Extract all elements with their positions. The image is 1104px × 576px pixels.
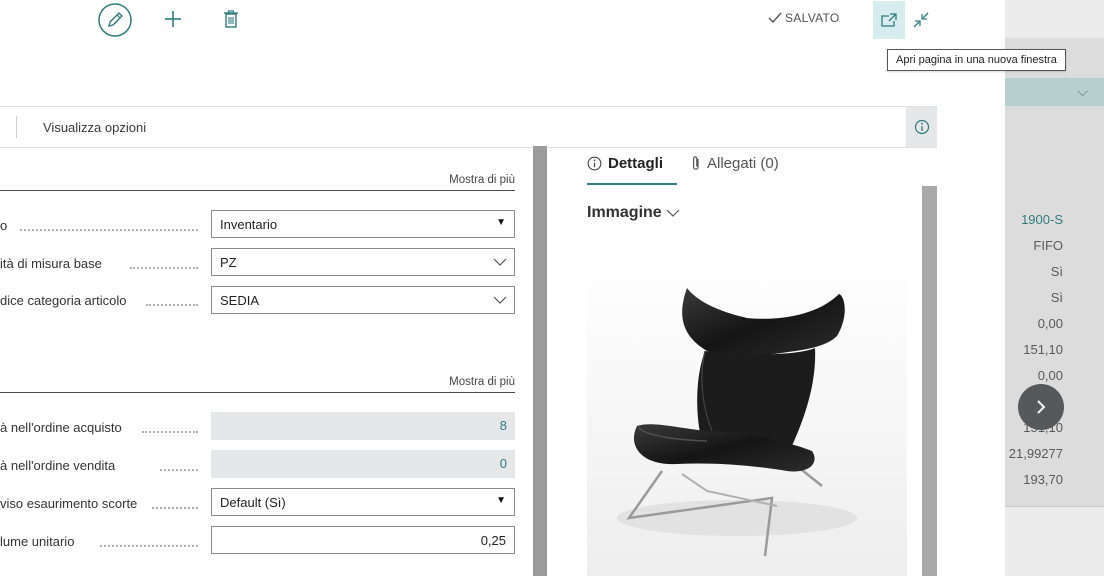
field-value: PZ [220,255,237,270]
popout-icon [881,13,897,27]
caret-down-icon: ▼ [496,217,506,228]
chevron-right-icon [1037,400,1046,414]
tab-attachments[interactable]: Allegati (0) [691,155,779,172]
saved-label: SALVATO [785,11,840,25]
field-label: lume unitario [0,534,75,549]
dotted-leader [160,469,198,471]
factbox-scrollbar[interactable] [922,186,937,576]
background-selected-row[interactable]: ⌵ [1005,78,1104,106]
options-bar: Visualizza opzioni [0,106,937,148]
background-value: 21,99277 [1008,446,1063,461]
dotted-leader [20,229,198,231]
background-value: 151,10 [1023,342,1063,357]
field-label: viso esaurimento scorte [0,496,138,511]
next-record-button[interactable] [1018,384,1064,430]
info-icon [914,119,929,135]
open-in-new-window-button[interactable] [873,1,905,39]
field-label: ità di misura base [0,256,102,271]
unit-volume-input[interactable]: 0,25 [211,526,515,554]
base-unit-lookup[interactable]: PZ [211,248,515,276]
info-button[interactable] [906,107,937,147]
tooltip: Apri pagina in una nuova finestra [887,49,1066,71]
collapse-icon [913,12,929,28]
delete-button[interactable] [218,6,244,32]
background-value: 193,70 [1023,472,1063,487]
pane-divider[interactable] [533,146,547,576]
divider [1005,506,1104,507]
dotted-leader [100,545,198,547]
dotted-leader [142,431,198,433]
background-value-link[interactable]: 1900-S [1021,212,1063,227]
chevron-down-icon [493,296,507,304]
dotted-leader [146,304,198,306]
background-value: Sì [1050,264,1063,279]
type-select[interactable]: Inventario ▼ [211,210,515,238]
background-value: Sì [1050,290,1063,305]
chevron-down-icon [666,209,680,217]
qty-on-purchase-order[interactable]: 8 [211,412,515,440]
trash-icon [224,10,238,28]
saved-status: SALVATO [768,11,840,25]
background-value: 0,00 [1037,316,1063,331]
plus-icon [165,11,181,27]
field-label: à nell'ordine vendita [0,458,116,473]
info-icon [587,156,602,171]
divider [16,116,17,138]
new-button[interactable] [160,6,186,32]
image-section-title: Immagine [587,204,662,221]
pencil-icon [98,3,132,37]
field-label: dice categoria articolo [0,293,127,308]
dotted-leader [130,267,198,269]
image-section-toggle[interactable]: Immagine [587,204,680,222]
section-header: Mostra di più [0,166,515,191]
stockout-warning-select[interactable]: Default (Sì) ▼ [211,488,515,516]
chevron-down-icon [493,258,507,266]
tab-label: Dettagli [608,155,664,172]
background-value: FIFO [1033,238,1063,253]
view-options-link[interactable]: Visualizza opzioni [43,120,146,135]
chevron-down-icon: ⌵ [1077,83,1088,99]
caret-down-icon: ▼ [496,495,506,506]
paperclip-icon [693,156,699,170]
qty-on-sales-order[interactable]: 0 [211,450,515,478]
tab-label: Allegati (0) [707,155,779,172]
edit-button[interactable] [97,2,133,38]
show-more-link[interactable]: Mostra di più [449,174,515,186]
background-value: 0,00 [1037,368,1063,383]
field-value: Default (Sì) [220,495,286,510]
show-more-link[interactable]: Mostra di più [449,376,515,388]
tab-details[interactable]: Dettagli [587,155,663,172]
field-value: Inventario [220,217,278,232]
checkmark-icon [768,12,782,24]
background-page: ⌵ [1005,0,1104,576]
chair-image [587,256,907,576]
item-image[interactable] [587,256,907,576]
active-tab-indicator [587,183,677,185]
field-label: o [0,218,8,233]
dotted-leader [152,507,198,509]
collapse-button[interactable] [908,4,934,36]
field-value: SEDIA [220,293,260,308]
section-header: Mostra di più [0,368,515,393]
item-category-lookup[interactable]: SEDIA [211,286,515,314]
field-label: à nell'ordine acquisto [0,420,122,435]
